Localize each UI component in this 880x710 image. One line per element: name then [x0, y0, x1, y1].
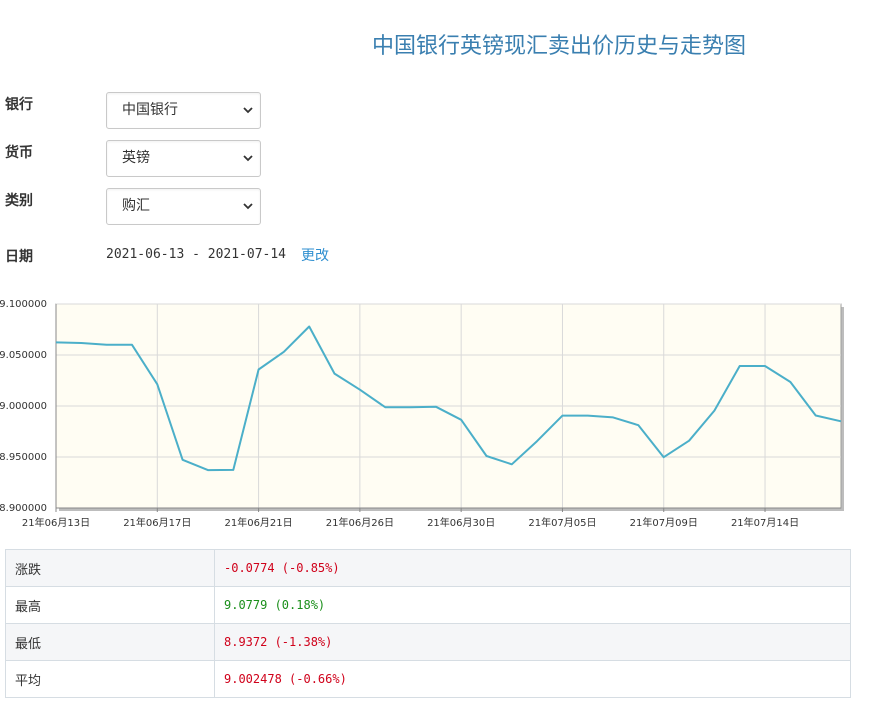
stat-value: -0.0774 (-0.85%)	[214, 549, 851, 587]
stat-label: 平均	[5, 660, 215, 698]
category-label: 类别	[5, 193, 33, 209]
y-tick-label: 8.950000	[0, 452, 47, 463]
data-point	[764, 365, 766, 367]
stat-value: 8.9372 (-1.38%)	[214, 623, 851, 661]
x-tick-label: 21年06月30日	[427, 516, 495, 529]
data-point	[511, 463, 513, 465]
data-point	[283, 351, 285, 353]
table-row: 最低 8.9372 (-1.38%)	[5, 623, 851, 661]
data-point	[384, 406, 386, 408]
x-tick-label: 21年07月09日	[630, 516, 698, 529]
y-tick-label: 8.900000	[0, 503, 47, 514]
stats-table: 涨跌 -0.0774 (-0.85%) 最高 9.0779 (0.18%) 最低…	[5, 549, 851, 698]
data-point	[536, 440, 538, 442]
data-point	[460, 419, 462, 421]
data-point	[485, 455, 487, 457]
data-point	[713, 410, 715, 412]
table-row: 涨跌 -0.0774 (-0.85%)	[5, 549, 851, 587]
stat-value: 9.002478 (-0.66%)	[214, 660, 851, 698]
data-point	[359, 389, 361, 391]
exchange-rate-chart: 9.100000 9.050000 9.000000 8.950000 8.900000…	[0, 299, 844, 529]
data-point	[612, 416, 614, 418]
stat-label: 最高	[5, 586, 215, 624]
data-point	[80, 342, 82, 344]
x-tick-label: 21年07月14日	[731, 516, 799, 529]
chevron-down-icon	[243, 203, 253, 210]
x-tick-label: 21年06月21日	[224, 516, 292, 529]
date-label: 日期	[5, 249, 33, 265]
data-point	[688, 440, 690, 442]
data-point	[207, 469, 209, 471]
currency-select-value: 英镑	[122, 150, 150, 166]
chevron-down-icon	[243, 155, 253, 162]
x-tick-label: 21年06月17日	[123, 516, 191, 529]
data-point	[156, 383, 158, 385]
x-tick-label: 21年07月05日	[528, 516, 596, 529]
data-point	[258, 368, 260, 370]
data-point	[106, 344, 108, 346]
chevron-down-icon	[243, 107, 253, 114]
currency-select[interactable]: 英镑	[106, 140, 261, 177]
bank-select[interactable]: 中国银行	[106, 92, 261, 129]
data-point	[435, 406, 437, 408]
table-row: 最高 9.0779 (0.18%)	[5, 586, 851, 624]
stat-label: 涨跌	[5, 549, 215, 587]
bank-label: 银行	[5, 97, 33, 113]
data-point	[561, 415, 563, 417]
data-point	[182, 459, 184, 461]
category-select[interactable]: 购汇	[106, 188, 261, 225]
y-tick-label: 9.100000	[0, 299, 47, 310]
stat-label: 最低	[5, 623, 215, 661]
stat-value: 9.0779 (0.18%)	[214, 586, 851, 624]
data-point	[739, 365, 741, 367]
x-tick-label: 21年06月26日	[326, 516, 394, 529]
data-point	[410, 406, 412, 408]
y-tick-label: 9.050000	[0, 350, 47, 361]
data-point	[840, 420, 842, 422]
page-title: 中国银行英镑现汇卖出价历史与走势图	[372, 34, 747, 59]
bank-select-value: 中国银行	[122, 102, 178, 118]
data-point	[663, 456, 665, 458]
x-tick-label: 21年06月13日	[22, 516, 90, 529]
table-row: 平均 9.002478 (-0.66%)	[5, 660, 851, 698]
data-point	[587, 415, 589, 417]
category-select-value: 购汇	[122, 198, 150, 214]
y-tick-label: 9.000000	[0, 401, 47, 412]
data-point	[815, 414, 817, 416]
data-point	[334, 373, 336, 375]
data-point	[232, 469, 234, 471]
change-date-link[interactable]: 更改	[301, 245, 329, 265]
data-point	[131, 344, 133, 346]
date-range: 2021-06-13 - 2021-07-14	[106, 247, 287, 262]
data-point	[308, 326, 310, 328]
data-point	[789, 381, 791, 383]
data-point	[637, 424, 639, 426]
currency-label: 货币	[5, 145, 33, 161]
data-point	[55, 341, 57, 343]
